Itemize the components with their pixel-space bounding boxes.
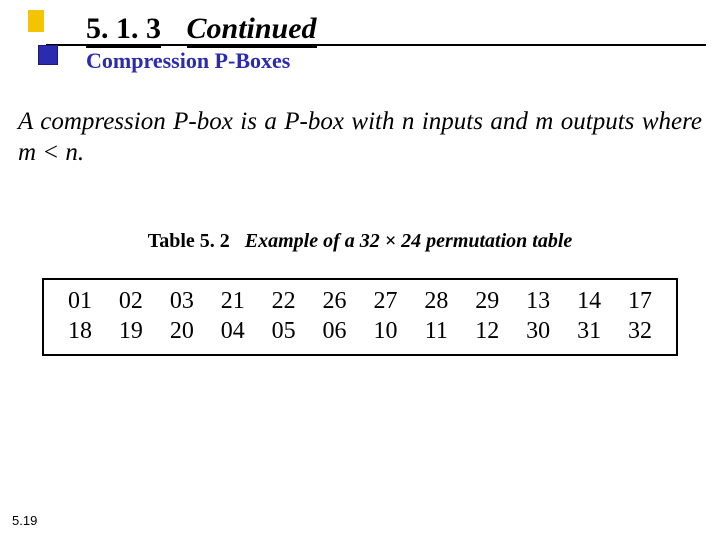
table-cell: 22	[262, 286, 306, 316]
table-cell: 32	[618, 316, 662, 346]
table-cell: 13	[516, 286, 560, 316]
table-cell: 28	[414, 286, 458, 316]
table-cell: 03	[160, 286, 204, 316]
slide-title: 5. 1. 3 Continued	[86, 12, 317, 48]
table-cell: 27	[363, 286, 407, 316]
title-underline	[46, 44, 706, 46]
slide-header: 5. 1. 3 Continued Compression P-Boxes	[0, 0, 720, 78]
table-cell: 20	[160, 316, 204, 346]
table-caption: Table 5. 2 Example of a 32 × 24 permutat…	[0, 230, 720, 253]
accent-block-icon	[28, 10, 44, 32]
table-cell: 05	[262, 316, 306, 346]
continued-label: Continued	[187, 12, 317, 48]
table-cell: 11	[414, 316, 458, 346]
page-number: 5.19	[12, 513, 37, 528]
section-number: 5. 1. 3	[86, 12, 161, 48]
table-cell: 02	[109, 286, 153, 316]
table-row: 18 19 20 04 05 06 10 11 12 30 31 32	[58, 316, 662, 346]
table-cell: 06	[313, 316, 357, 346]
table-caption-desc: Example of a 32 × 24 permutation table	[245, 230, 573, 252]
slide-subtitle: Compression P-Boxes	[86, 48, 290, 74]
table-cell: 12	[465, 316, 509, 346]
table-cell: 21	[211, 286, 255, 316]
table-cell: 04	[211, 316, 255, 346]
table-cell: 29	[465, 286, 509, 316]
table-cell: 10	[363, 316, 407, 346]
table-cell: 30	[516, 316, 560, 346]
table-cell: 14	[567, 286, 611, 316]
permutation-table: 01 02 03 21 22 26 27 28 29 13 14 17 18 1…	[42, 278, 678, 356]
table-cell: 19	[109, 316, 153, 346]
table-cell: 18	[58, 316, 102, 346]
table-cell: 26	[313, 286, 357, 316]
table-row: 01 02 03 21 22 26 27 28 29 13 14 17	[58, 286, 662, 316]
table-cell: 01	[58, 286, 102, 316]
bullet-square-icon	[38, 45, 58, 65]
table-cell: 17	[618, 286, 662, 316]
body-paragraph: A compression P-box is a P-box with n in…	[18, 106, 702, 169]
table-caption-prefix: Table 5. 2	[148, 230, 230, 252]
table-cell: 31	[567, 316, 611, 346]
